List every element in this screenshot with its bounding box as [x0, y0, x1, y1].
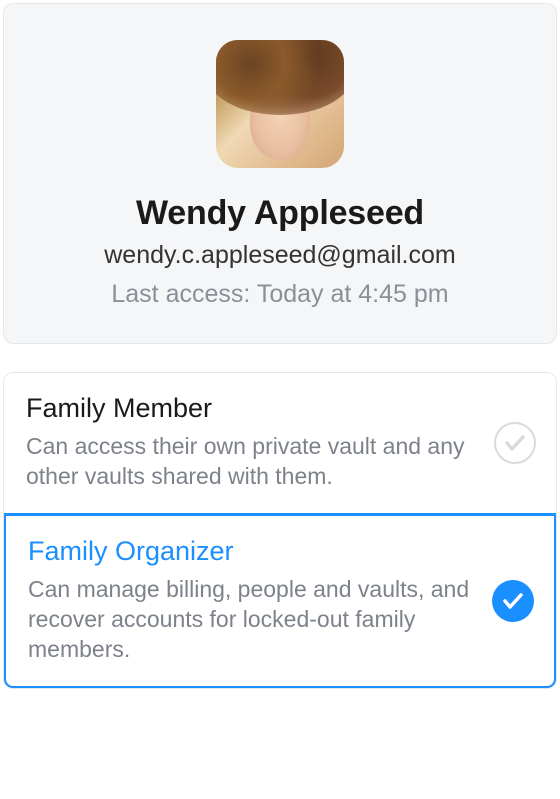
role-description: Can manage billing, people and vaults, a… [28, 575, 532, 665]
check-icon [492, 580, 534, 622]
profile-card: Wendy Appleseed wendy.c.appleseed@gmail.… [3, 3, 557, 344]
role-description: Can access their own private vault and a… [26, 432, 534, 492]
check-icon [494, 422, 536, 464]
role-title: Family Organizer [28, 536, 532, 567]
user-name: Wendy Appleseed [28, 194, 532, 233]
role-option-family-organizer[interactable]: Family Organizer Can manage billing, peo… [3, 513, 557, 690]
role-option-family-member[interactable]: Family Member Can access their own priva… [4, 373, 556, 514]
role-list: Family Member Can access their own priva… [3, 372, 557, 689]
role-title: Family Member [26, 393, 534, 424]
user-email: wendy.c.appleseed@gmail.com [28, 241, 532, 270]
avatar [216, 40, 344, 168]
last-access: Last access: Today at 4:45 pm [28, 280, 532, 309]
